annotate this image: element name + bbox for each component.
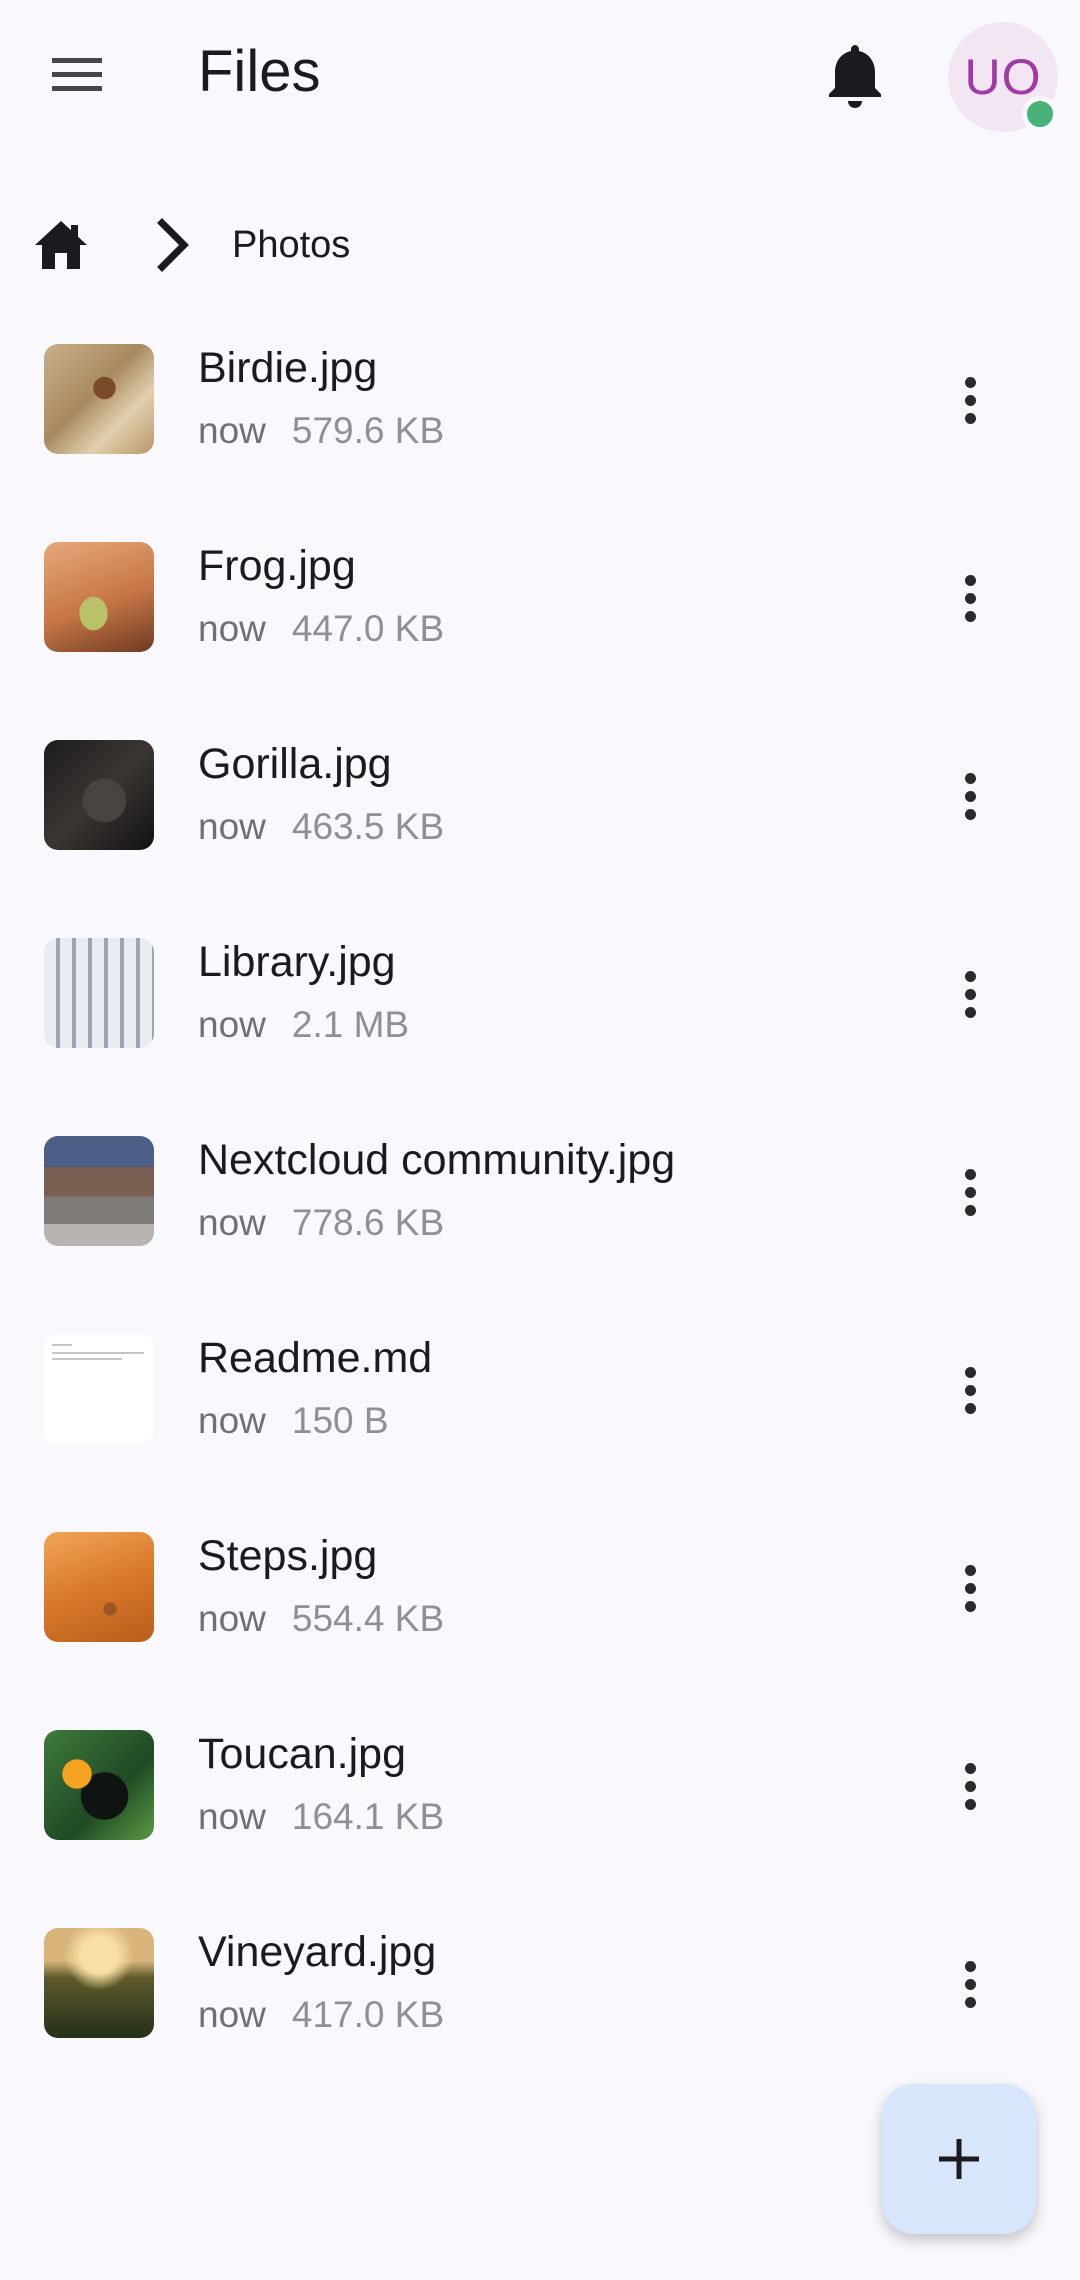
file-row[interactable]: Steps.jpg now 554.4 KB bbox=[0, 1488, 1080, 1686]
online-status-dot bbox=[1022, 96, 1058, 132]
file-meta: now 447.0 KB bbox=[198, 608, 444, 650]
file-date: now bbox=[198, 1796, 266, 1837]
files-screen: Files UO Photos Birdie.jpg now 579.6 KB … bbox=[0, 0, 1080, 2280]
chevron-right-icon bbox=[157, 218, 189, 272]
file-row[interactable]: Readme.md now 150 B bbox=[0, 1290, 1080, 1488]
file-date: now bbox=[198, 1598, 266, 1639]
menu-button[interactable] bbox=[32, 40, 122, 110]
file-meta: now 778.6 KB bbox=[198, 1202, 444, 1244]
file-meta: now 164.1 KB bbox=[198, 1796, 444, 1838]
file-date: now bbox=[198, 1202, 266, 1243]
notifications-button[interactable] bbox=[810, 36, 900, 116]
avatar-initials: UO bbox=[964, 49, 1042, 105]
more-options-button[interactable] bbox=[940, 756, 1000, 836]
breadcrumb: Photos bbox=[30, 205, 730, 285]
file-meta: now 463.5 KB bbox=[198, 806, 444, 848]
file-meta: now 2.1 MB bbox=[198, 1004, 409, 1046]
file-size: 463.5 KB bbox=[291, 806, 445, 847]
file-row[interactable]: Birdie.jpg now 579.6 KB bbox=[0, 300, 1080, 498]
file-meta: now 150 B bbox=[198, 1400, 389, 1442]
file-thumbnail bbox=[44, 740, 154, 850]
file-row[interactable]: Gorilla.jpg now 463.5 KB bbox=[0, 696, 1080, 894]
plus-icon bbox=[939, 2139, 979, 2179]
add-fab-button[interactable] bbox=[882, 2084, 1036, 2234]
file-thumbnail bbox=[44, 1334, 154, 1444]
file-name: Frog.jpg bbox=[198, 542, 356, 590]
file-thumbnail bbox=[44, 542, 154, 652]
file-meta: now 554.4 KB bbox=[198, 1598, 444, 1640]
file-size: 164.1 KB bbox=[291, 1796, 445, 1837]
top-app-bar: Files UO bbox=[0, 0, 1080, 150]
file-date: now bbox=[198, 806, 266, 847]
file-thumbnail bbox=[44, 344, 154, 454]
more-vert-icon bbox=[964, 970, 976, 982]
page-title: Files bbox=[198, 39, 321, 104]
file-meta: now 417.0 KB bbox=[198, 1994, 444, 2036]
more-options-button[interactable] bbox=[940, 1350, 1000, 1430]
file-size: 417.0 KB bbox=[291, 1994, 445, 2035]
more-vert-icon bbox=[964, 376, 976, 388]
more-options-button[interactable] bbox=[940, 954, 1000, 1034]
home-icon bbox=[35, 221, 87, 269]
file-name: Vineyard.jpg bbox=[198, 1928, 437, 1976]
file-date: now bbox=[198, 410, 266, 451]
file-date: now bbox=[198, 1400, 266, 1441]
more-vert-icon bbox=[964, 1564, 976, 1576]
file-date: now bbox=[198, 1994, 266, 2035]
more-vert-icon bbox=[964, 1168, 976, 1180]
file-row[interactable]: Vineyard.jpg now 417.0 KB bbox=[0, 1884, 1080, 2082]
file-date: now bbox=[198, 1004, 266, 1045]
file-thumbnail bbox=[44, 938, 154, 1048]
menu-icon bbox=[52, 58, 102, 91]
more-options-button[interactable] bbox=[940, 1548, 1000, 1628]
file-row[interactable]: Library.jpg now 2.1 MB bbox=[0, 894, 1080, 1092]
file-size: 579.6 KB bbox=[291, 410, 445, 451]
file-row[interactable]: Nextcloud community.jpg now 778.6 KB bbox=[0, 1092, 1080, 1290]
more-options-button[interactable] bbox=[940, 1746, 1000, 1826]
file-row[interactable]: Toucan.jpg now 164.1 KB bbox=[0, 1686, 1080, 1884]
file-name: Readme.md bbox=[198, 1334, 433, 1382]
file-name: Nextcloud community.jpg bbox=[198, 1136, 676, 1184]
more-options-button[interactable] bbox=[940, 360, 1000, 440]
more-vert-icon bbox=[964, 1762, 976, 1774]
file-name: Steps.jpg bbox=[198, 1532, 378, 1580]
more-vert-icon bbox=[964, 772, 976, 784]
breadcrumb-home[interactable] bbox=[30, 214, 92, 276]
more-vert-icon bbox=[964, 1960, 976, 1972]
breadcrumb-current[interactable]: Photos bbox=[232, 224, 350, 267]
file-thumbnail bbox=[44, 1136, 154, 1246]
more-options-button[interactable] bbox=[940, 558, 1000, 638]
more-options-button[interactable] bbox=[940, 1944, 1000, 2024]
bell-icon bbox=[829, 45, 881, 108]
file-list: Birdie.jpg now 579.6 KB Frog.jpg now 447.0… bbox=[0, 300, 1080, 2082]
file-row[interactable]: Frog.jpg now 447.0 KB bbox=[0, 498, 1080, 696]
file-name: Birdie.jpg bbox=[198, 344, 378, 392]
file-name: Toucan.jpg bbox=[198, 1730, 406, 1778]
file-thumbnail bbox=[44, 1730, 154, 1840]
file-size: 778.6 KB bbox=[291, 1202, 445, 1243]
more-vert-icon bbox=[964, 574, 976, 586]
breadcrumb-separator bbox=[144, 214, 204, 276]
more-options-button[interactable] bbox=[940, 1152, 1000, 1232]
file-size: 447.0 KB bbox=[291, 608, 445, 649]
file-name: Gorilla.jpg bbox=[198, 740, 392, 788]
file-thumbnail bbox=[44, 1532, 154, 1642]
file-size: 2.1 MB bbox=[291, 1004, 410, 1045]
more-vert-icon bbox=[964, 1366, 976, 1378]
file-size: 150 B bbox=[291, 1400, 389, 1441]
file-size: 554.4 KB bbox=[291, 1598, 445, 1639]
file-meta: now 579.6 KB bbox=[198, 410, 444, 452]
file-name: Library.jpg bbox=[198, 938, 396, 986]
file-thumbnail bbox=[44, 1928, 154, 2038]
file-date: now bbox=[198, 608, 266, 649]
